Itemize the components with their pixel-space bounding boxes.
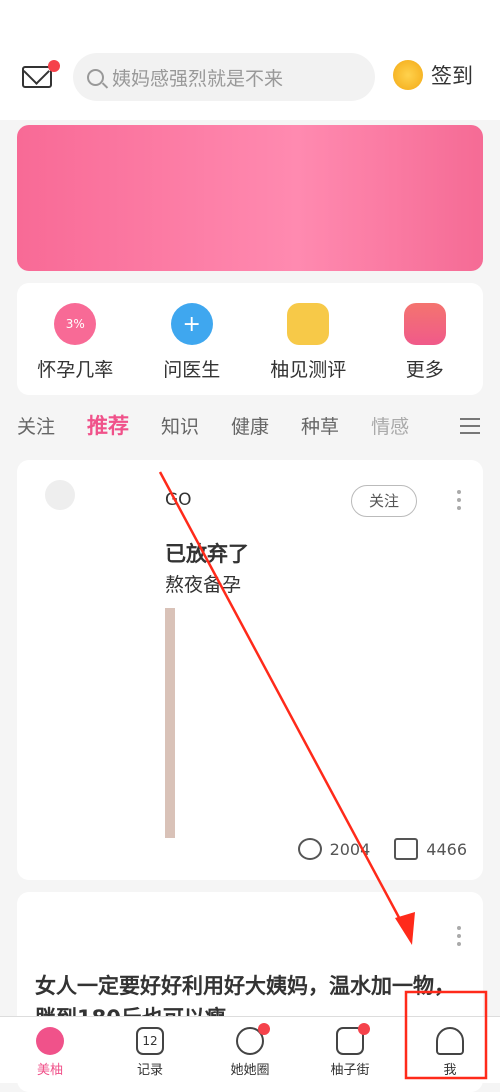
annotation-box [404,990,488,1080]
annotation-arrow [158,471,405,926]
annotation-overlay [158,471,488,1080]
